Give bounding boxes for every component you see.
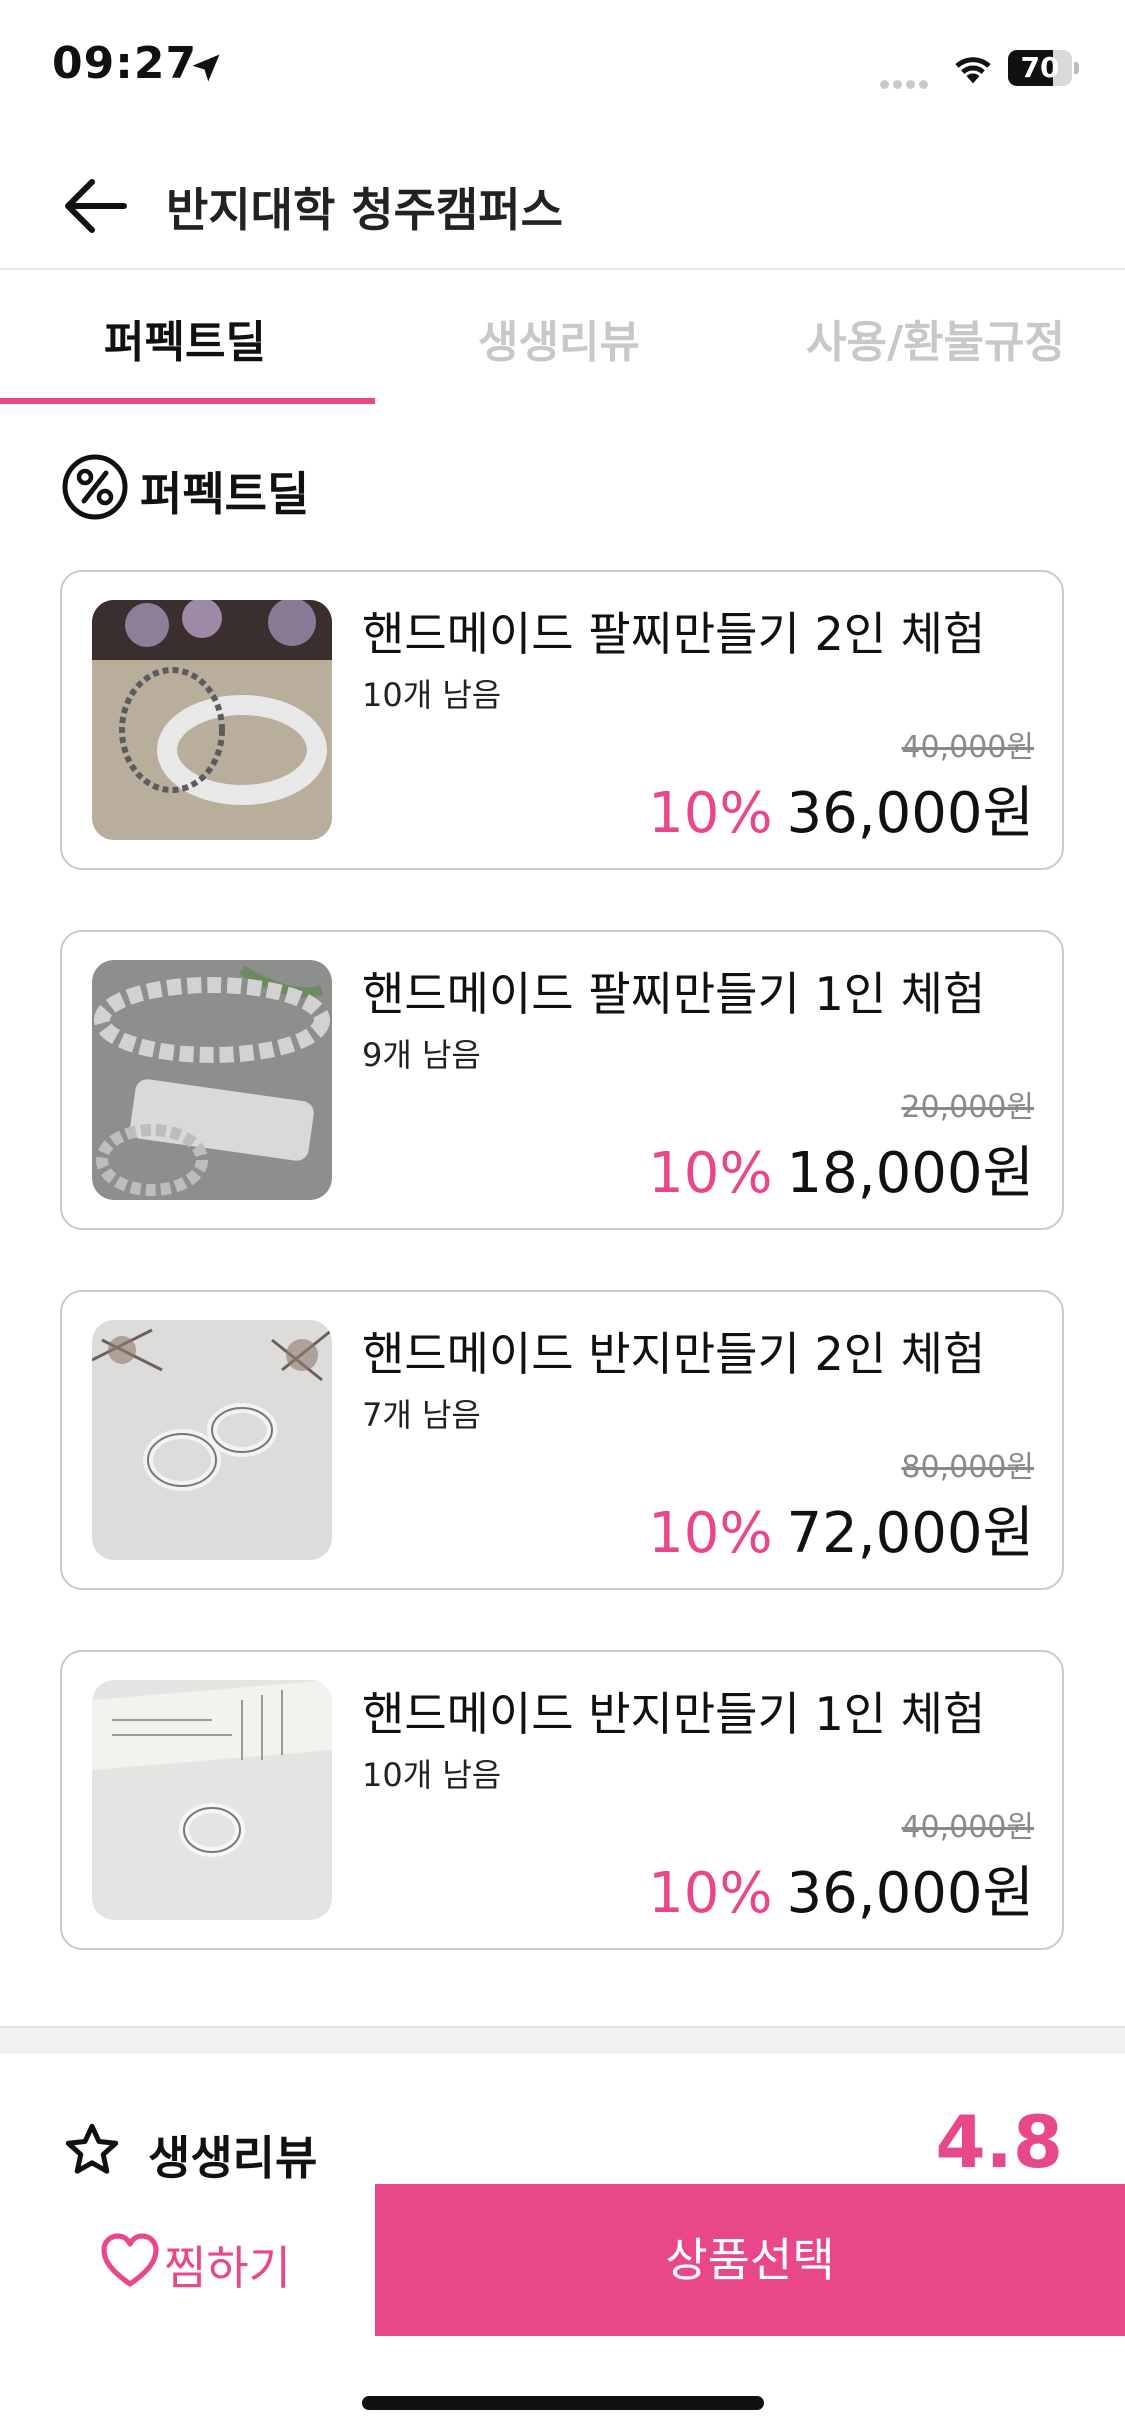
status-bar: 09:27 70	[0, 0, 1125, 140]
product-image-chain-bracelet	[92, 960, 332, 1200]
product-stock: 9개 남음	[362, 1036, 481, 1074]
tab-reviews[interactable]: 생생리뷰	[478, 306, 640, 370]
location-arrow-icon	[192, 54, 220, 82]
header: 반지대학 청주캠퍼스	[0, 140, 1125, 270]
product-card-3[interactable]: 핸드메이드 반지만들기 2인 체험 7개 남음 80,000원 10% 72,00…	[60, 1290, 1064, 1590]
status-time: 09:27	[52, 38, 198, 89]
section-title: 퍼펙트딜	[140, 467, 310, 521]
product-stock: 10개 남음	[362, 676, 502, 714]
product-stock: 10개 남음	[362, 1756, 502, 1794]
price-row: 10% 72,000원	[648, 1488, 1034, 1569]
product-price: 18,000원	[786, 1141, 1034, 1206]
product-discount: 10%	[648, 781, 773, 846]
star-outline-icon	[65, 2123, 119, 2174]
product-stock: 7개 남음	[362, 1396, 481, 1434]
home-indicator[interactable]	[362, 2396, 764, 2410]
tab-perfect-deal[interactable]: 퍼펙트딜	[104, 306, 266, 370]
page-title: 반지대학 청주캠퍼스	[166, 183, 563, 237]
heart-outline-icon	[101, 2233, 159, 2287]
product-card-1[interactable]: 핸드메이드 팔찌만들기 2인 체험 10개 남음 40,000원 10% 36,0…	[60, 570, 1064, 870]
product-image-bracelet-pair	[92, 600, 332, 840]
wishlist-button[interactable]: 찜하기	[0, 2184, 375, 2336]
product-original-price: 20,000원	[901, 1090, 1034, 1125]
product-image-ring-pair	[92, 1320, 332, 1560]
product-original-price: 40,000원	[901, 1810, 1034, 1845]
active-tab-indicator	[0, 398, 375, 404]
tab-refund-policy[interactable]: 사용/환불규정	[806, 306, 1065, 370]
product-discount: 10%	[648, 1141, 773, 1206]
product-original-price: 40,000원	[901, 730, 1034, 765]
bottom-action-bar: 찜하기 상품선택	[0, 2184, 1125, 2336]
product-original-price: 80,000원	[901, 1450, 1034, 1485]
product-card-4[interactable]: 핸드메이드 반지만들기 1인 체험 10개 남음 40,000원 10% 36,0…	[60, 1650, 1064, 1950]
product-name: 핸드메이드 팔찌만들기 2인 체험	[362, 607, 986, 661]
tab-bar: 퍼펙트딜 생생리뷰 사용/환불규정	[0, 272, 1125, 404]
product-price: 36,000원	[786, 781, 1034, 846]
product-price: 36,000원	[786, 1861, 1034, 1926]
select-product-button[interactable]: 상품선택	[375, 2184, 1125, 2336]
product-name: 핸드메이드 반지만들기 2인 체험	[362, 1327, 986, 1381]
product-discount: 10%	[648, 1501, 773, 1566]
battery-level: 70	[1020, 51, 1060, 84]
product-card-2[interactable]: 핸드메이드 팔찌만들기 1인 체험 9개 남음 20,000원 10% 18,00…	[60, 930, 1064, 1230]
percent-circle-icon	[62, 454, 128, 520]
price-row: 10% 18,000원	[648, 1128, 1034, 1209]
wishlist-label: 찜하기	[164, 2241, 291, 2295]
product-name: 핸드메이드 반지만들기 1인 체험	[362, 1687, 986, 1741]
product-discount: 10%	[648, 1861, 773, 1926]
product-price: 72,000원	[786, 1501, 1034, 1566]
product-name: 핸드메이드 팔찌만들기 1인 체험	[362, 967, 986, 1021]
review-label: 생생리뷰	[148, 2131, 318, 2185]
product-image-single-ring	[92, 1680, 332, 1920]
battery-icon: 70	[1008, 50, 1079, 86]
section-divider	[0, 2026, 1125, 2054]
review-score: 4.8	[935, 2100, 1063, 2184]
wifi-icon	[955, 57, 991, 84]
signal-dots-icon	[880, 74, 934, 89]
price-row: 10% 36,000원	[648, 1848, 1034, 1929]
arrow-left-icon[interactable]	[62, 176, 128, 236]
price-row: 10% 36,000원	[648, 768, 1034, 849]
